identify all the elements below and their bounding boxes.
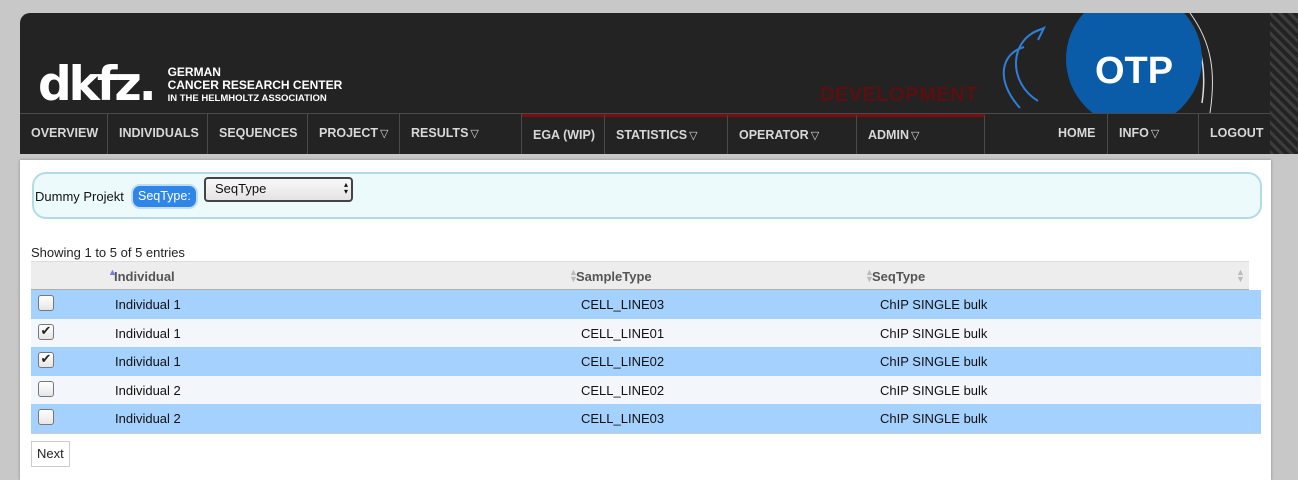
cell-sampletype: CELL_LINE02 xyxy=(581,354,665,370)
chevron-down-icon: ▽ xyxy=(1150,128,1160,140)
table-row[interactable]: Individual 2 CELL_LINE02 ChIP SINGLE bul… xyxy=(31,375,1261,405)
select-arrows-icon: ▴ ▾ xyxy=(344,180,349,196)
column-individual[interactable]: Individual xyxy=(114,269,175,284)
pager-divider xyxy=(31,433,1261,434)
otp-logo-icon: OTP xyxy=(1002,13,1214,113)
column-sampletype[interactable]: SampleType xyxy=(576,269,652,284)
nav-individuals-label: INDIVIDUALS xyxy=(119,126,199,140)
logo-mark: dkfz. xyxy=(38,57,157,112)
table-body: Individual 1 CELL_LINE03 ChIP SINGLE bul… xyxy=(31,290,1261,433)
otp-badge-text: OTP xyxy=(1095,50,1173,92)
nav-project[interactable]: PROJECT ▽ xyxy=(308,114,400,154)
chevron-down-icon: ▽ xyxy=(689,130,698,142)
cell-individual: Individual 2 xyxy=(115,382,181,398)
nav-statistics[interactable]: STATISTICS ▽ xyxy=(605,114,728,154)
table-row[interactable]: Individual 2 CELL_LINE03 ChIP SINGLE bul… xyxy=(31,404,1261,433)
logo-line-3: IN THE HELMHOLTZ ASSOCIATION xyxy=(167,92,327,104)
table-info: Showing 1 to 5 of 5 entries xyxy=(31,245,185,260)
chevron-down-icon: ▽ xyxy=(810,130,820,142)
nav-home[interactable]: HOME xyxy=(1047,114,1107,154)
nav-overview[interactable]: OVERVIEW xyxy=(20,114,108,154)
nav-admin-label: ADMIN xyxy=(868,128,909,142)
chevron-down-icon: ▽ xyxy=(380,128,389,140)
cell-seqtype: ChIP SINGLE bulk xyxy=(880,411,988,427)
dkfz-logo[interactable]: dkfz. GERMAN CANCER RESEARCH CENTER IN T… xyxy=(38,61,342,109)
seqtype-label: SeqType: xyxy=(131,184,198,209)
table-header: ▲ Individual ▲ ▼ SampleType ▲ ▼ SeqType ▲ ▼ xyxy=(31,261,1249,291)
sort-icon[interactable]: ▲ ▼ xyxy=(1236,268,1245,284)
table-row[interactable]: ✔ Individual 1 CELL_LINE02 ChIP SINGLE b… xyxy=(31,347,1261,376)
main-nav: OVERVIEW INDIVIDUALS SEQUENCES PROJECT ▽ … xyxy=(20,113,1270,154)
cell-individual: Individual 1 xyxy=(115,354,181,370)
cell-individual: Individual 1 xyxy=(115,325,181,341)
logo-text: GERMAN CANCER RESEARCH CENTER IN THE HEL… xyxy=(167,64,343,105)
logo-line-1: GERMAN xyxy=(167,64,221,79)
cell-individual: Individual 1 xyxy=(115,297,181,312)
project-name: Dummy Projekt xyxy=(35,189,124,204)
nav-statistics-label: STATISTICS xyxy=(616,128,688,142)
cell-sampletype: CELL_LINE03 xyxy=(581,411,665,427)
nav-operator-label: OPERATOR xyxy=(739,128,809,142)
nav-sequences-label: SEQUENCES xyxy=(219,126,298,140)
nav-results[interactable]: RESULTS ▽ xyxy=(400,114,522,154)
cell-seqtype: ChIP SINGLE bulk xyxy=(880,354,988,370)
row-checkbox[interactable]: ✔ xyxy=(38,322,54,340)
table-row[interactable]: ✔ Individual 1 CELL_LINE01 ChIP SINGLE b… xyxy=(31,318,1261,348)
nav-project-label: PROJECT xyxy=(319,126,379,140)
nav-admin[interactable]: ADMIN ▽ xyxy=(857,114,985,154)
environment-label: DEVELOPMENT xyxy=(820,84,978,106)
cell-sampletype: CELL_LINE01 xyxy=(581,325,665,341)
nav-overview-label: OVERVIEW xyxy=(31,126,99,140)
filter-bar: Dummy Projekt SeqType: SeqType ▴ ▾ xyxy=(32,172,1262,219)
nav-results-label: RESULTS xyxy=(411,126,469,140)
nav-individuals[interactable]: INDIVIDUALS xyxy=(108,114,208,154)
check-icon: ✔ xyxy=(40,322,52,338)
app-header: dkfz. GERMAN CANCER RESEARCH CENTER IN T… xyxy=(20,13,1298,154)
cell-seqtype: ChIP SINGLE bulk xyxy=(880,297,988,312)
cell-seqtype: ChIP SINGLE bulk xyxy=(880,382,988,398)
chevron-down-icon: ▽ xyxy=(910,130,920,142)
row-checkbox[interactable]: ✔ xyxy=(38,351,54,369)
nav-ega[interactable]: EGA (WIP) xyxy=(522,114,605,154)
nav-logout[interactable]: LOGOUT xyxy=(1199,114,1270,154)
row-checkbox[interactable] xyxy=(38,409,54,426)
cell-sampletype: CELL_LINE02 xyxy=(581,382,665,398)
table-row[interactable]: Individual 1 CELL_LINE03 ChIP SINGLE bul… xyxy=(31,290,1261,319)
next-page-button[interactable]: Next xyxy=(31,441,70,467)
column-seqtype[interactable]: SeqType xyxy=(872,269,925,284)
nav-logout-label: LOGOUT xyxy=(1210,126,1264,140)
row-checkbox[interactable] xyxy=(38,380,54,397)
header-hatch xyxy=(1270,13,1298,154)
check-icon: ✔ xyxy=(40,351,52,367)
seqtype-selected-value: SeqType xyxy=(215,181,267,196)
nav-sequences[interactable]: SEQUENCES xyxy=(208,114,308,154)
nav-info-label: INFO xyxy=(1119,126,1149,140)
chevron-down-icon: ▽ xyxy=(470,128,479,140)
seqtype-select[interactable]: SeqType ▴ ▾ xyxy=(204,177,353,202)
nav-home-label: HOME xyxy=(1058,126,1096,140)
logo-line-2: CANCER RESEARCH CENTER xyxy=(167,77,343,92)
row-checkbox[interactable] xyxy=(38,295,54,311)
cell-sampletype: CELL_LINE03 xyxy=(581,297,665,312)
nav-operator[interactable]: OPERATOR ▽ xyxy=(728,114,857,154)
nav-ega-label: EGA (WIP) xyxy=(533,128,596,142)
cell-seqtype: ChIP SINGLE bulk xyxy=(880,325,988,341)
main-content: Dummy Projekt SeqType: SeqType ▴ ▾ Showin… xyxy=(20,160,1271,480)
nav-info[interactable]: INFO ▽ xyxy=(1107,114,1199,154)
cell-individual: Individual 2 xyxy=(115,411,181,427)
